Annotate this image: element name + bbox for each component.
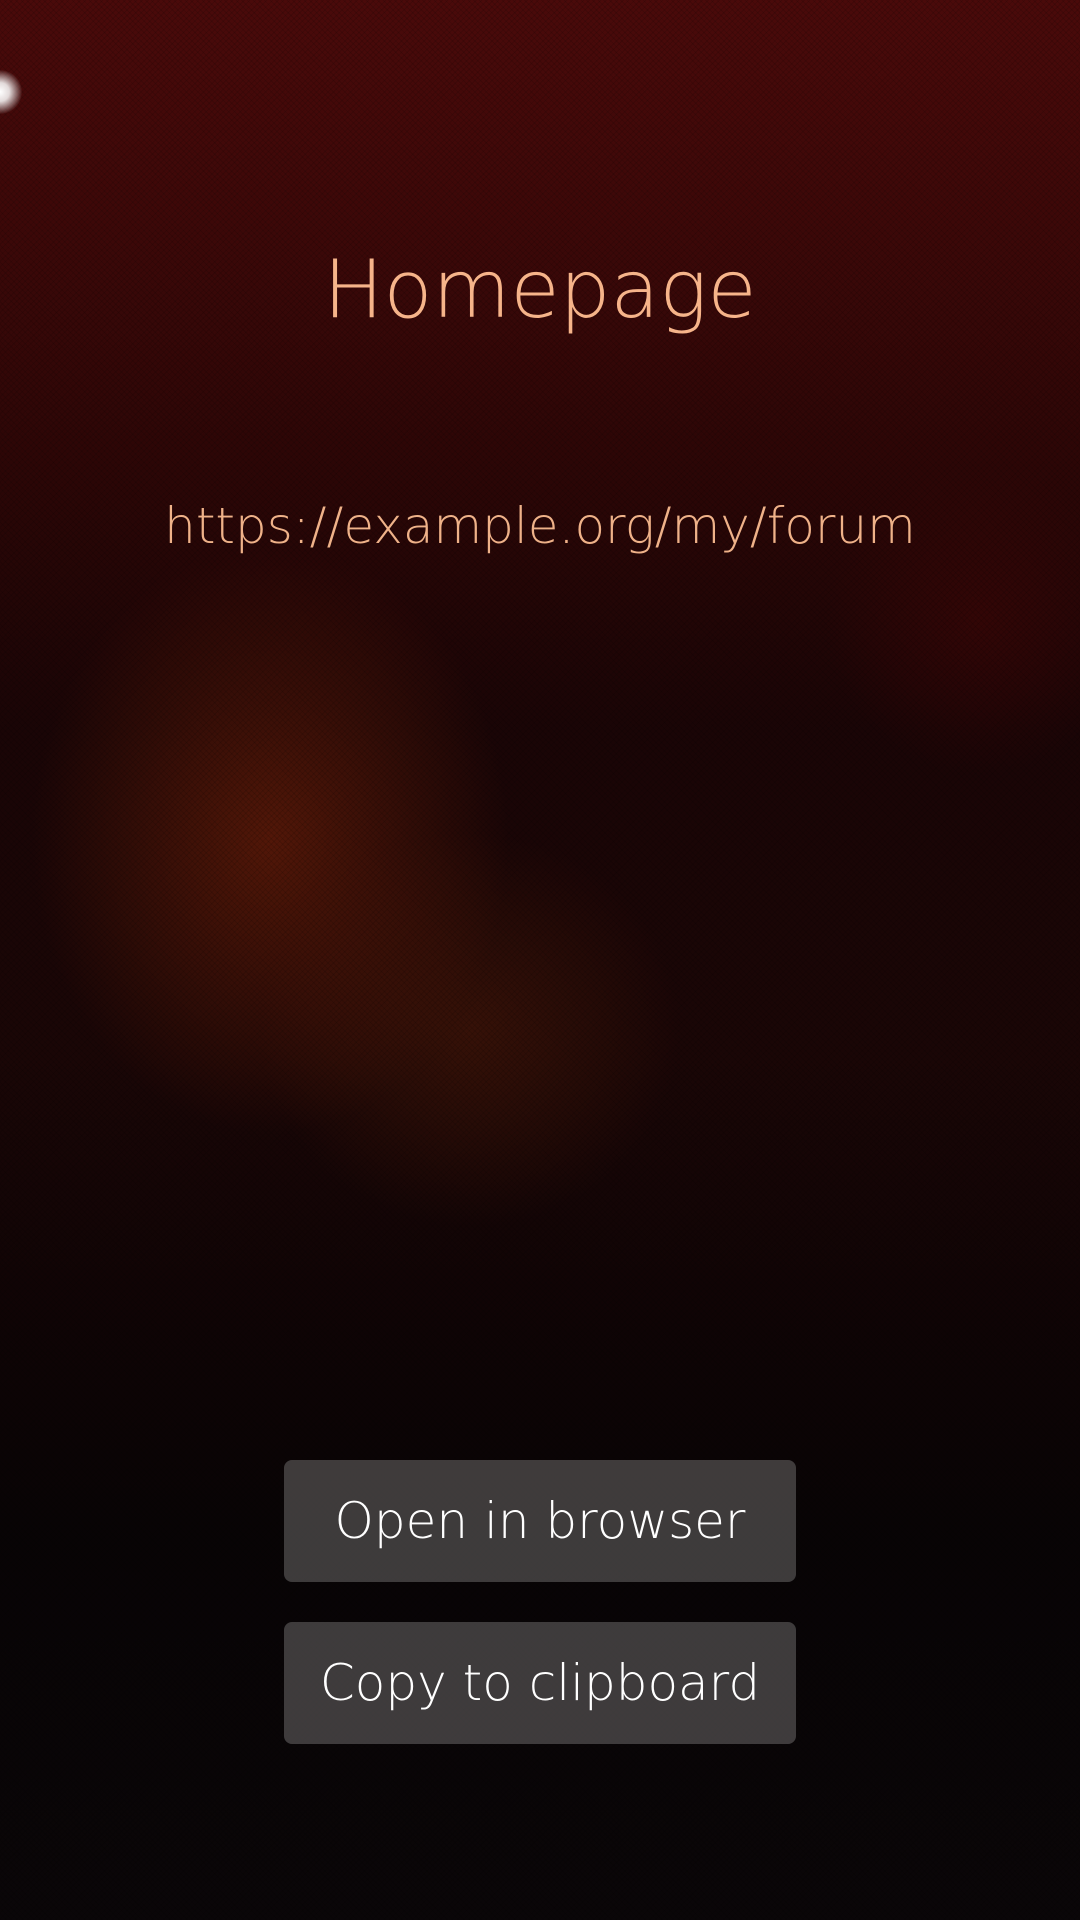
copy-to-clipboard-button[interactable]: Copy to clipboard [284, 1622, 796, 1744]
page-title: Homepage [323, 243, 757, 336]
pulley-menu-glow-icon [0, 70, 22, 114]
homepage-url[interactable]: https://example.org/my/forum [0, 493, 1080, 559]
open-in-browser-button[interactable]: Open in browser [284, 1460, 796, 1582]
